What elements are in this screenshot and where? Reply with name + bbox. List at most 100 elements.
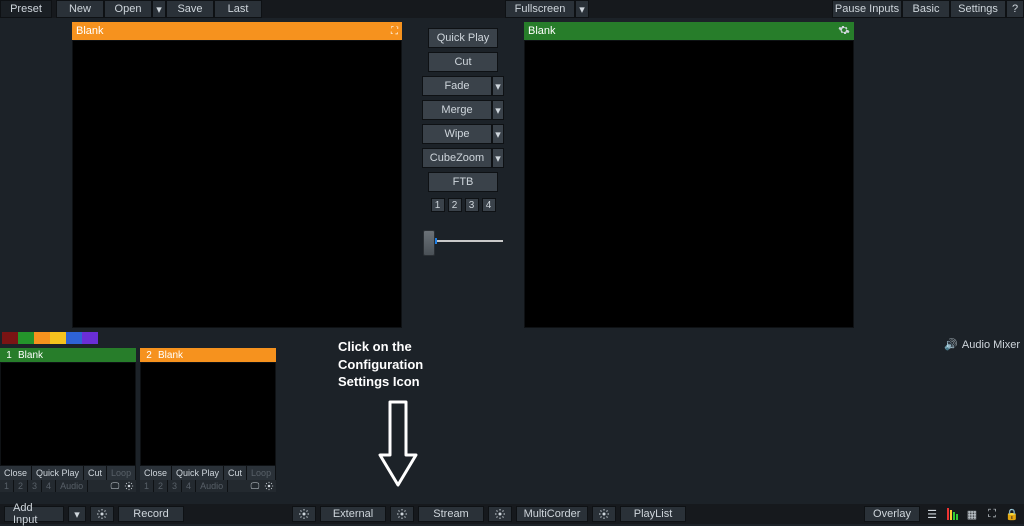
input-2-quickplay[interactable]: Quick Play — [172, 466, 224, 480]
wipe-menu[interactable]: ▾ — [492, 124, 504, 144]
quickplay-button[interactable]: Quick Play — [428, 28, 498, 48]
fade-button[interactable]: Fade — [422, 76, 492, 96]
settings-button[interactable]: Settings — [950, 0, 1006, 18]
record-button[interactable]: Record — [118, 506, 184, 522]
color-swatch[interactable] — [18, 332, 34, 344]
output-settings-icon[interactable] — [838, 24, 850, 39]
input-1-ov-2[interactable]: 2 — [14, 480, 28, 492]
preset-menu[interactable]: Preset — [0, 0, 52, 18]
input-1-overlays: 1 2 3 4 Audio 🖵 — [0, 480, 136, 492]
cut-button[interactable]: Cut — [428, 52, 498, 72]
input-2-loop[interactable]: Loop — [247, 466, 276, 480]
category-color-row — [2, 332, 98, 344]
input-2-close[interactable]: Close — [140, 466, 172, 480]
input-2-ov-2[interactable]: 2 — [154, 480, 168, 492]
input-2-header[interactable]: 2 Blank — [140, 348, 276, 362]
tbar-slider[interactable] — [423, 226, 503, 256]
input-1-quickplay[interactable]: Quick Play — [32, 466, 84, 480]
input-1-gear-icon[interactable] — [122, 480, 136, 492]
grid-view-icon[interactable]: ▦ — [964, 507, 980, 521]
playlist-settings-gear[interactable] — [592, 506, 616, 522]
audio-mixer-link[interactable]: 🔊 Audio Mixer — [944, 338, 1020, 351]
settings-gear-1[interactable] — [90, 506, 114, 522]
input-1-preview[interactable] — [0, 362, 136, 466]
multicorder-button[interactable]: MultiCorder — [516, 506, 588, 522]
input-1-ov-4[interactable]: 4 — [42, 480, 56, 492]
input-2-monitor-icon[interactable]: 🖵 — [248, 480, 262, 492]
external-button[interactable]: External — [320, 506, 386, 522]
preview-title: Blank — [76, 25, 104, 37]
input-1-header[interactable]: 1 Blank — [0, 348, 136, 362]
input-2-title: Blank — [158, 350, 183, 361]
open-button[interactable]: Open — [104, 0, 152, 18]
wipe-button[interactable]: Wipe — [422, 124, 492, 144]
input-2-cut[interactable]: Cut — [224, 466, 247, 480]
transition-column: Quick Play Cut Fade▾ Merge▾ Wipe▾ CubeZo… — [408, 22, 518, 328]
fade-menu[interactable]: ▾ — [492, 76, 504, 96]
settings-gear-2[interactable] — [292, 506, 316, 522]
color-swatch[interactable] — [66, 332, 82, 344]
last-button[interactable]: Last — [214, 0, 262, 18]
input-1-ov-1[interactable]: 1 — [0, 480, 14, 492]
bottom-bar: Add Input ▾ Record External Stream Multi… — [0, 504, 1024, 524]
overlay-button[interactable]: Overlay — [864, 506, 920, 522]
basic-button[interactable]: Basic — [902, 0, 950, 18]
input-2-ov-1[interactable]: 1 — [140, 480, 154, 492]
list-view-icon[interactable]: ☰ — [924, 507, 940, 521]
fullscreen-dropdown[interactable]: ▾ — [575, 0, 589, 18]
color-swatch[interactable] — [82, 332, 98, 344]
preview-expand-icon[interactable]: ⛶ — [391, 26, 398, 37]
main-area: Blank ⛶ Quick Play Cut Fade▾ Merge▾ Wipe… — [0, 18, 1024, 328]
stream-settings-gear[interactable] — [390, 506, 414, 522]
input-1-monitor-icon[interactable]: 🖵 — [108, 480, 122, 492]
output-video[interactable] — [524, 40, 854, 328]
merge-menu[interactable]: ▾ — [492, 100, 504, 120]
input-2-ov-4[interactable]: 4 — [182, 480, 196, 492]
multicorder-settings-gear[interactable] — [488, 506, 512, 522]
ftb-button[interactable]: FTB — [428, 172, 498, 192]
inputs-row: 1 Blank Close Quick Play Cut Loop 1 2 3 … — [0, 348, 276, 492]
save-button[interactable]: Save — [166, 0, 214, 18]
input-1-controls: Close Quick Play Cut Loop — [0, 466, 136, 480]
instruction-callout: Click on the Configuration Settings Icon — [338, 338, 423, 391]
input-1-cut[interactable]: Cut — [84, 466, 107, 480]
input-2-audio[interactable]: Audio — [196, 480, 228, 492]
merge-button[interactable]: Merge — [422, 100, 492, 120]
help-button[interactable]: ? — [1006, 0, 1024, 18]
color-swatch[interactable] — [2, 332, 18, 344]
playlist-button[interactable]: PlayList — [620, 506, 686, 522]
input-1-close[interactable]: Close — [0, 466, 32, 480]
input-2-number: 2 — [143, 350, 155, 361]
tpreset-2[interactable]: 2 — [448, 198, 462, 212]
input-1-title: Blank — [18, 350, 43, 361]
tpreset-1[interactable]: 1 — [431, 198, 445, 212]
lock-icon[interactable]: 🔒 — [1004, 507, 1020, 521]
input-2-overlays: 1 2 3 4 Audio 🖵 — [140, 480, 276, 492]
transition-preset-row: 1 2 3 4 — [431, 198, 496, 212]
color-swatch[interactable] — [50, 332, 66, 344]
input-1-loop[interactable]: Loop — [107, 466, 136, 480]
add-input-button[interactable]: Add Input — [4, 506, 64, 522]
input-1-audio[interactable]: Audio — [56, 480, 88, 492]
speaker-icon: 🔊 — [944, 338, 958, 351]
input-2-gear-icon[interactable] — [262, 480, 276, 492]
fullscreen-button[interactable]: Fullscreen — [505, 0, 575, 18]
tpreset-4[interactable]: 4 — [482, 198, 496, 212]
preview-video[interactable] — [72, 40, 402, 328]
input-2-ov-3[interactable]: 3 — [168, 480, 182, 492]
open-dropdown[interactable]: ▾ — [152, 0, 166, 18]
arrow-down-icon — [378, 400, 418, 493]
color-swatch[interactable] — [34, 332, 50, 344]
pause-inputs-button[interactable]: Pause Inputs — [832, 0, 902, 18]
stream-button[interactable]: Stream — [418, 506, 484, 522]
audio-meter-icon[interactable] — [944, 507, 960, 521]
fullscreen-icon[interactable]: ⛶ — [984, 507, 1000, 521]
tpreset-3[interactable]: 3 — [465, 198, 479, 212]
cubezoom-menu[interactable]: ▾ — [492, 148, 504, 168]
top-menu-bar: Preset New Open ▾ Save Last Fullscreen ▾… — [0, 0, 1024, 18]
cubezoom-button[interactable]: CubeZoom — [422, 148, 492, 168]
new-button[interactable]: New — [56, 0, 104, 18]
input-1-ov-3[interactable]: 3 — [28, 480, 42, 492]
add-input-dropdown[interactable]: ▾ — [68, 506, 86, 522]
input-2-preview[interactable] — [140, 362, 276, 466]
